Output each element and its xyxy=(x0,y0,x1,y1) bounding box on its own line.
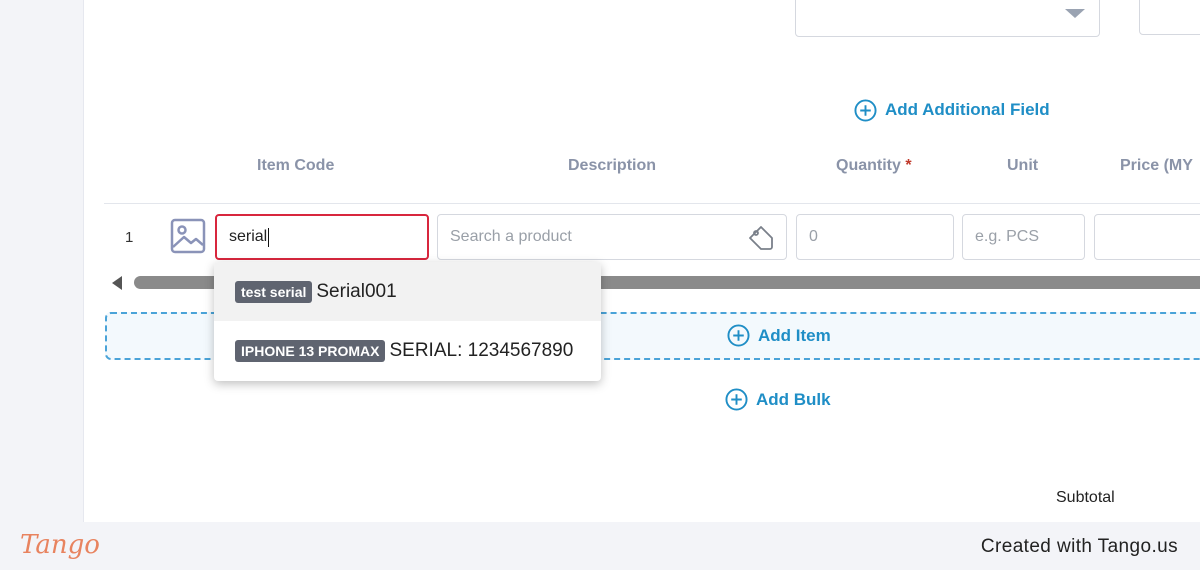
tag-icon[interactable] xyxy=(748,225,774,251)
invoice-form: Add Additional Field Item Code Descripti… xyxy=(84,0,1200,522)
header-quantity: Quantity * xyxy=(836,157,912,175)
header-price: Price (MY xyxy=(1120,157,1193,174)
suggestion-item[interactable]: test serial Serial001 xyxy=(214,262,601,321)
scroll-left-arrow-icon[interactable] xyxy=(112,276,122,290)
row-number: 1 xyxy=(125,229,134,246)
quantity-placeholder: 0 xyxy=(809,228,818,245)
add-additional-field-label: Add Additional Field xyxy=(885,100,1050,119)
header-description: Description xyxy=(568,157,657,174)
image-icon[interactable] xyxy=(170,218,206,254)
suggestion-label: Serial001 xyxy=(316,280,397,302)
text-cursor xyxy=(268,227,270,247)
plus-circle-icon xyxy=(854,98,877,122)
description-input[interactable]: Search a product xyxy=(437,214,787,260)
plus-circle-icon xyxy=(727,324,750,347)
header-quantity-label: Quantity xyxy=(836,157,901,174)
tango-logo: Tango xyxy=(20,530,100,560)
price-input[interactable] xyxy=(1094,214,1200,260)
footer-bar: Tango Created with Tango.us xyxy=(0,522,1200,570)
header-divider xyxy=(104,203,1200,204)
top-dropdown[interactable] xyxy=(795,0,1100,37)
unit-input[interactable]: e.g. PCS xyxy=(962,214,1085,260)
item-code-value: serial xyxy=(229,228,268,245)
chevron-down-icon xyxy=(1065,9,1085,18)
header-unit: Unit xyxy=(1007,157,1039,174)
item-code-input[interactable]: serial xyxy=(215,214,429,260)
created-with-text: Created with Tango.us xyxy=(980,536,1178,557)
add-additional-field-button[interactable]: Add Additional Field xyxy=(854,97,1050,123)
left-rail xyxy=(0,0,84,522)
suggestion-badge: test serial xyxy=(235,280,313,303)
header-item-code: Item Code xyxy=(257,157,335,174)
add-bulk-label: Add Bulk xyxy=(756,389,831,409)
item-code-suggestions: test serial Serial001 IPHONE 13 PROMAX S… xyxy=(214,262,601,381)
subtotal-label: Subtotal xyxy=(1056,489,1115,506)
top-input[interactable] xyxy=(1139,0,1200,35)
add-bulk-button[interactable]: Add Bulk xyxy=(725,388,831,411)
suggestion-badge: IPHONE 13 PROMAX xyxy=(235,339,386,362)
plus-circle-icon xyxy=(725,388,748,411)
required-marker: * xyxy=(905,157,912,174)
suggestion-label: SERIAL: 1234567890 xyxy=(389,339,574,361)
suggestion-item[interactable]: IPHONE 13 PROMAX SERIAL: 1234567890 xyxy=(214,321,601,380)
quantity-input[interactable]: 0 xyxy=(796,214,954,260)
add-item-label: Add Item xyxy=(758,325,831,345)
unit-placeholder: e.g. PCS xyxy=(975,228,1040,245)
description-placeholder: Search a product xyxy=(450,228,572,245)
